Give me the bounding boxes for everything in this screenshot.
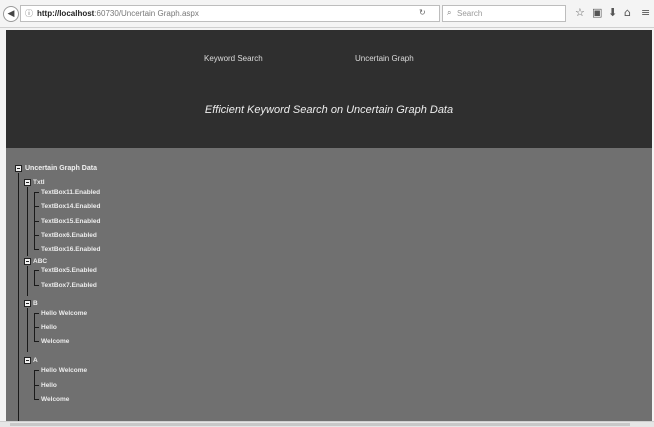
tree-connector [34, 327, 39, 328]
home-icon[interactable]: ⌂ [624, 6, 631, 19]
tree-leaf[interactable]: Welcome [41, 338, 69, 346]
tree-leaf[interactable]: TextBox6.Enabled [41, 232, 97, 240]
tree-connector [34, 313, 39, 314]
url-text: http://localhost:60730/Uncertain Graph.a… [37, 9, 199, 18]
tree-leaf[interactable]: TextBox15.Enabled [41, 218, 100, 226]
nav-uncertain-graph[interactable]: Uncertain Graph [355, 54, 414, 63]
tree-leaf[interactable]: TextBox14.Enabled [41, 203, 100, 211]
tree-node[interactable]: B [33, 300, 38, 308]
tree-leaf[interactable]: Welcome [41, 396, 69, 404]
reload-icon[interactable]: ↻ [419, 8, 426, 17]
tree-leaf[interactable]: TextBox16.Enabled [41, 246, 100, 254]
tree-connector [34, 235, 39, 236]
tree-connector [18, 173, 19, 422]
collapse-icon[interactable] [24, 258, 31, 265]
star-icon[interactable]: ☆ [575, 6, 585, 19]
tree-leaf[interactable]: TextBox7.Enabled [41, 282, 97, 290]
tree-panel: Uncertain Graph Data TxtI TextBox11.Enab… [6, 148, 652, 422]
collapse-icon[interactable] [24, 357, 31, 364]
tree-connector [27, 266, 28, 296]
tree-root[interactable]: Uncertain Graph Data [25, 165, 97, 173]
back-icon[interactable]: ◀ [3, 6, 19, 22]
horizontal-scrollbar[interactable] [0, 421, 654, 427]
globe-icon: ⓘ [25, 9, 33, 18]
tree-connector [34, 192, 39, 193]
tree-connector [34, 270, 35, 286]
tree-connector [34, 285, 39, 286]
tree-connector [34, 249, 39, 250]
address-bar[interactable]: ⓘ http://localhost:60730/Uncertain Graph… [20, 5, 440, 22]
tree-connector [34, 399, 39, 400]
tree-leaf[interactable]: TextBox11.Enabled [41, 189, 100, 197]
page-header: Keyword Search Uncertain Graph Efficient… [6, 30, 652, 148]
page-frame: Keyword Search Uncertain Graph Efficient… [6, 30, 652, 422]
collapse-icon[interactable] [24, 300, 31, 307]
search-icon: ⌕ [447, 8, 452, 17]
tree-connector [34, 270, 39, 271]
nav-keyword-search[interactable]: Keyword Search [204, 54, 263, 63]
tree-node[interactable]: A [33, 357, 38, 365]
tree-connector [27, 187, 28, 256]
tree-leaf[interactable]: Hello Welcome [41, 310, 87, 318]
tree-leaf[interactable]: Hello [41, 324, 57, 332]
page-title: Efficient Keyword Search on Uncertain Gr… [204, 104, 454, 116]
tree-connector [34, 370, 39, 371]
search-placeholder: Search [457, 9, 483, 18]
menu-icon[interactable]: ≡ [641, 6, 650, 19]
search-box[interactable]: ⌕ Search [442, 5, 566, 22]
collapse-icon[interactable] [15, 165, 22, 172]
tree-connector [34, 341, 39, 342]
tree-connector [34, 206, 39, 207]
tree-leaf[interactable]: Hello Welcome [41, 367, 87, 375]
tree-connector [27, 308, 28, 352]
tree-leaf[interactable]: TextBox5.Enabled [41, 267, 97, 275]
tree-node[interactable]: ABC [33, 258, 47, 266]
clipboard-icon[interactable]: ▣ [592, 6, 602, 19]
tree-connector [34, 221, 39, 222]
scrollbar-thumb[interactable] [10, 423, 630, 426]
download-icon[interactable]: ⬇ [608, 6, 617, 19]
tree-node[interactable]: TxtI [33, 179, 45, 187]
tree-leaf[interactable]: Hello [41, 382, 57, 390]
tree-connector [34, 385, 39, 386]
collapse-icon[interactable] [24, 179, 31, 186]
browser-toolbar: ◀ ⓘ http://localhost:60730/Uncertain Gra… [0, 0, 654, 28]
